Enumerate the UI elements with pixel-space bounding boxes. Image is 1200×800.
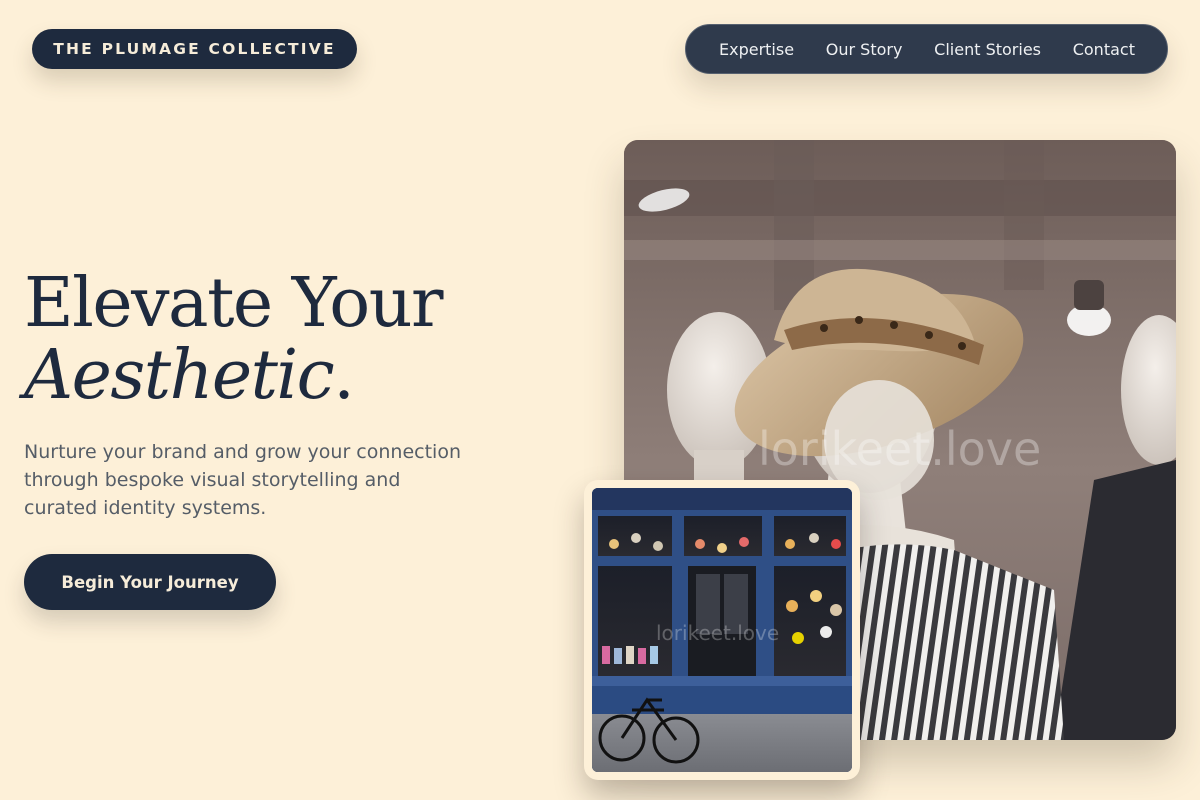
hero-title: Elevate Your Aesthetic.: [24, 268, 444, 415]
hero-inset-image: [592, 488, 852, 772]
brand-name: THE PLUMAGE COLLECTIVE: [53, 40, 336, 58]
begin-journey-button[interactable]: Begin Your Journey: [24, 554, 276, 610]
hero-title-line1: Elevate Your: [24, 264, 444, 343]
brand-logo[interactable]: THE PLUMAGE COLLECTIVE: [32, 29, 357, 69]
nav-item-client-stories[interactable]: Client Stories: [934, 40, 1041, 59]
nav-item-contact[interactable]: Contact: [1073, 40, 1135, 59]
hero-inset-card: [584, 480, 860, 780]
main-nav: Expertise Our Story Client Stories Conta…: [685, 24, 1168, 74]
nav-item-our-story[interactable]: Our Story: [826, 40, 903, 59]
nav-item-expertise[interactable]: Expertise: [719, 40, 794, 59]
hero-subtitle: Nurture your brand and grow your connect…: [24, 441, 461, 519]
hero-title-line2: Aesthetic.: [24, 336, 355, 415]
